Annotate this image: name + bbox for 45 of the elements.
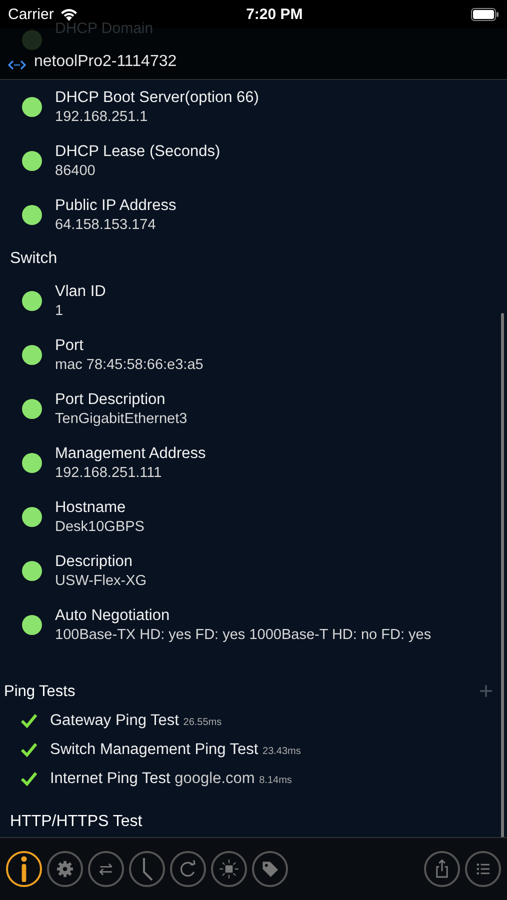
add-button[interactable]: + (478, 678, 493, 706)
item-value: 64.158.153.174 (55, 217, 157, 233)
section-title: Switch (9, 249, 58, 269)
item-label: Description (55, 553, 134, 571)
share-button[interactable] (424, 851, 460, 887)
clock-time: 7:20 PM (246, 6, 303, 22)
info-button[interactable] (6, 851, 42, 887)
item-value: 192.168.251.111 (55, 465, 163, 481)
ping-test-name: Internet Ping Test google.com 8.14ms (50, 770, 292, 788)
item-value: mac 78:45:58:66:e3:a5 (55, 357, 204, 373)
item-label: Auto Negotiation (55, 607, 171, 625)
swap-button[interactable] (88, 851, 124, 887)
ping-test-name: Gateway Ping Test 26.55ms (50, 712, 222, 730)
item-label: Port Description (55, 391, 166, 409)
ping-test-name: Switch Management Ping Test 23.43ms (50, 740, 301, 758)
item-label: DHCP Lease (Seconds) (55, 143, 220, 161)
section-title: Ping Tests (4, 683, 76, 701)
carrier-label: Carrier (8, 6, 54, 22)
item-value: USW-Flex-XG (55, 573, 147, 589)
item-value: 86400 (55, 163, 96, 179)
section-title: HTTP/HTTPS Test (9, 812, 144, 831)
item-value: 1 (55, 303, 64, 319)
code-icon (8, 59, 26, 71)
item-label: Hostname (55, 499, 127, 517)
tag-button[interactable] (252, 851, 288, 887)
wifi-icon (60, 8, 78, 20)
clock-button[interactable] (129, 851, 165, 887)
item-label: Port (55, 337, 84, 355)
battery-icon (470, 8, 499, 20)
item-value: 100Base-TX HD: yes FD: yes 1000Base-T HD: no FD: yes (55, 627, 432, 643)
device-title: netoolPro2-1114732 (34, 53, 177, 71)
list-button[interactable] (465, 851, 501, 887)
item-label: Vlan ID (55, 283, 106, 301)
item-value: TenGigabitEthernet3 (55, 411, 188, 427)
item-value: 192.168.251.1 (55, 109, 149, 125)
item-label: Management Address (55, 445, 206, 463)
item-label: Public IP Address (55, 197, 176, 215)
status-dot (22, 30, 42, 50)
item-label: DHCP Boot Server(option 66) (55, 89, 259, 107)
gear-button[interactable] (47, 851, 83, 887)
item-value: Desk10GBPS (55, 519, 144, 535)
clock-icon (142, 858, 152, 880)
light-button[interactable] (211, 851, 247, 887)
info-icon (20, 856, 28, 882)
refresh-button[interactable] (170, 851, 206, 887)
